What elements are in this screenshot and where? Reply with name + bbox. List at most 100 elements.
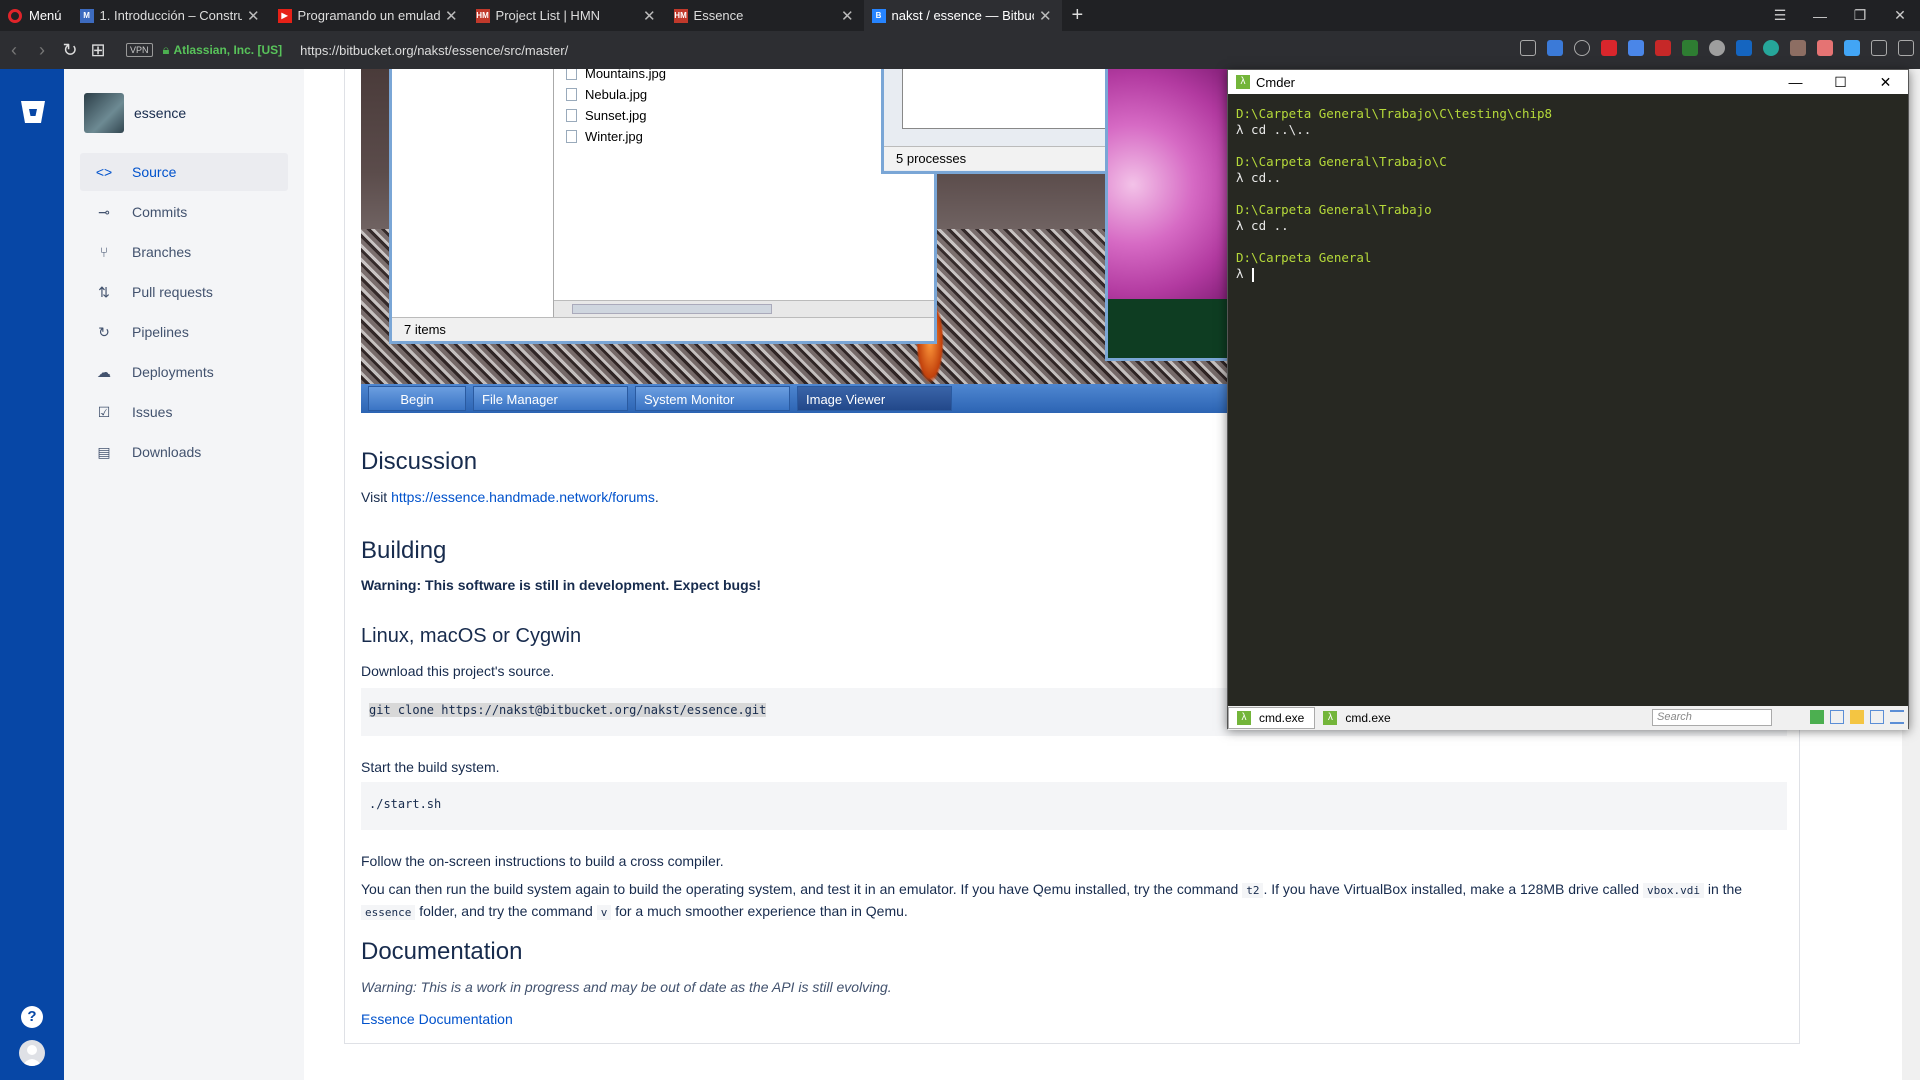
- adblock-icon[interactable]: [1601, 40, 1617, 56]
- documentation-link[interactable]: Essence Documentation: [361, 1011, 513, 1027]
- browser-tab-active[interactable]: B nakst / essence — Bitbucket ✕: [863, 0, 1062, 31]
- bookmark-extension-icon[interactable]: [1628, 40, 1644, 56]
- system-monitor-status: 5 processes: [884, 146, 1108, 170]
- file-item[interactable]: Mountains.jpg: [566, 69, 666, 84]
- start-command[interactable]: ./start.sh: [369, 797, 441, 811]
- terminal-prompt: λ: [1236, 266, 1252, 281]
- help-icon[interactable]: ?: [21, 1006, 43, 1028]
- clone-command[interactable]: git clone https://nakst@bitbucket.org/na…: [369, 703, 767, 717]
- pull-request-icon: ⇅: [98, 283, 110, 300]
- sidebar-item-branches[interactable]: ⑂ Branches: [80, 233, 288, 271]
- vpn-badge[interactable]: VPN: [126, 43, 153, 57]
- documentation-heading: Documentation: [361, 938, 523, 965]
- sidebar-item-downloads[interactable]: ▤ Downloads: [80, 433, 288, 471]
- taskbar-system-monitor[interactable]: System Monitor: [635, 386, 790, 411]
- camera-icon[interactable]: [1520, 40, 1536, 56]
- cmder-tab[interactable]: λ cmd.exe: [1315, 707, 1400, 729]
- taskbar-file-manager[interactable]: File Manager: [473, 386, 628, 411]
- maximize-icon[interactable]: ☐: [1818, 70, 1863, 94]
- browser-tab[interactable]: HM Essence ✕: [666, 0, 864, 31]
- terminal-path: D:\Carpeta General: [1236, 250, 1372, 265]
- avatar[interactable]: [19, 1040, 45, 1066]
- sidebar-item-deployments[interactable]: ☁ Deployments: [80, 353, 288, 391]
- tab-menu-icon[interactable]: ☰: [1760, 7, 1800, 24]
- cmder-title: Cmder: [1256, 74, 1296, 90]
- new-tab-button[interactable]: +: [1072, 4, 1084, 27]
- bitbucket-logo-icon[interactable]: [20, 99, 46, 125]
- heart-icon[interactable]: [1574, 40, 1590, 56]
- forward-icon[interactable]: ›: [28, 40, 56, 61]
- browser-tab[interactable]: M 1. Introducción – Construye ✕: [72, 0, 270, 31]
- taskbar-image-viewer[interactable]: Image Viewer: [797, 386, 952, 411]
- close-tab-icon[interactable]: ✕: [841, 7, 854, 25]
- file-item[interactable]: Winter.jpg: [566, 126, 666, 147]
- development-warning: Warning: This software is still in devel…: [361, 577, 762, 593]
- deployments-icon: ☁: [97, 363, 111, 380]
- extension-icon[interactable]: [1709, 40, 1725, 56]
- extension-icon[interactable]: [1817, 40, 1833, 56]
- browser-tab[interactable]: ▶ Programando un emulador ✕: [270, 0, 468, 31]
- split-icon[interactable]: [1830, 710, 1844, 724]
- certificate-label[interactable]: Atlassian, Inc. [US]: [173, 43, 282, 57]
- file-item[interactable]: Nebula.jpg: [566, 84, 666, 105]
- discussion-paragraph: Visit https://essence.handmade.network/f…: [361, 489, 659, 505]
- cmder-search-input[interactable]: Search: [1652, 709, 1772, 726]
- sidebar-item-pull-requests[interactable]: ⇅ Pull requests: [80, 273, 288, 311]
- terminal-command: λ cd..: [1236, 170, 1282, 185]
- file-item[interactable]: Sunset.jpg: [566, 105, 666, 126]
- tab-title: nakst / essence — Bitbucket: [891, 8, 1034, 23]
- restore-icon[interactable]: ❐: [1840, 7, 1880, 24]
- save-extension-icon[interactable]: [1682, 40, 1698, 56]
- terminal-command: λ cd ..\..: [1236, 122, 1312, 137]
- speed-dial-icon[interactable]: ⊞: [84, 40, 112, 61]
- sidebar-item-source[interactable]: <> Source: [80, 153, 288, 191]
- close-tab-icon[interactable]: ✕: [643, 7, 656, 25]
- sidebar-item-commits[interactable]: ⊸ Commits: [80, 193, 288, 231]
- terminal-cursor: [1252, 267, 1255, 282]
- shield-icon[interactable]: [1547, 40, 1563, 56]
- forum-link[interactable]: https://essence.handmade.network/forums: [391, 489, 655, 505]
- close-icon[interactable]: ✕: [1863, 70, 1908, 94]
- inline-code: v: [596, 905, 612, 920]
- file-icon: [566, 88, 577, 101]
- minimize-icon[interactable]: —: [1773, 70, 1818, 94]
- menu-icon[interactable]: [1890, 710, 1904, 724]
- repo-avatar: [84, 93, 124, 133]
- start-paragraph: Start the build system.: [361, 759, 500, 775]
- cmder-titlebar[interactable]: λ Cmder — ☐ ✕: [1228, 70, 1908, 94]
- opera-menu-button[interactable]: Menú: [0, 0, 72, 31]
- extension-icon[interactable]: [1790, 40, 1806, 56]
- close-window-icon[interactable]: ✕: [1880, 7, 1920, 24]
- sidebar-item-label: Issues: [132, 404, 173, 420]
- sidebar-item-pipelines[interactable]: ↻ Pipelines: [80, 313, 288, 351]
- close-tab-icon[interactable]: ✕: [445, 7, 458, 25]
- cmder-tab-active[interactable]: λ cmd.exe: [1228, 707, 1316, 729]
- browser-tab[interactable]: HM Project List | HMN ✕: [468, 0, 666, 31]
- terminal-output[interactable]: D:\Carpeta General\Trabajo\C\testing\chi…: [1236, 106, 1552, 282]
- download-extension-icon[interactable]: [1655, 40, 1671, 56]
- folder-pane: [392, 69, 554, 317]
- essence-os-screenshot: Mountains.jpg Nebula.jpg Sunset.jpg Wint…: [361, 69, 1231, 413]
- horizontal-scrollbar[interactable]: [554, 300, 934, 317]
- reload-icon[interactable]: ↻: [56, 40, 84, 61]
- sidebar-item-issues[interactable]: ☑ Issues: [80, 393, 288, 431]
- scroll-thumb[interactable]: [572, 304, 772, 314]
- close-tab-icon[interactable]: ✕: [1039, 7, 1052, 25]
- back-icon[interactable]: ‹: [0, 40, 28, 61]
- translate-icon[interactable]: [1844, 40, 1860, 56]
- window-controls: ☰ — ❐ ✕: [1760, 0, 1920, 31]
- badge-extension-icon[interactable]: [1763, 40, 1779, 56]
- lock-icon[interactable]: [1850, 710, 1864, 724]
- repo-header[interactable]: essence: [84, 93, 186, 133]
- taskbar-begin[interactable]: Begin: [368, 386, 466, 411]
- downloads-icon[interactable]: [1871, 40, 1887, 56]
- close-tab-icon[interactable]: ✕: [247, 7, 260, 25]
- new-console-icon[interactable]: [1810, 710, 1824, 724]
- layout-icon[interactable]: [1870, 710, 1884, 724]
- lock-icon[interactable]: 🔒︎: [163, 42, 170, 58]
- minimize-icon[interactable]: —: [1800, 8, 1840, 24]
- url-field[interactable]: https://bitbucket.org/nakst/essence/src/…: [300, 43, 568, 58]
- building-heading: Building: [361, 537, 447, 564]
- easy-setup-icon[interactable]: [1898, 40, 1914, 56]
- download-helper-icon[interactable]: [1736, 40, 1752, 56]
